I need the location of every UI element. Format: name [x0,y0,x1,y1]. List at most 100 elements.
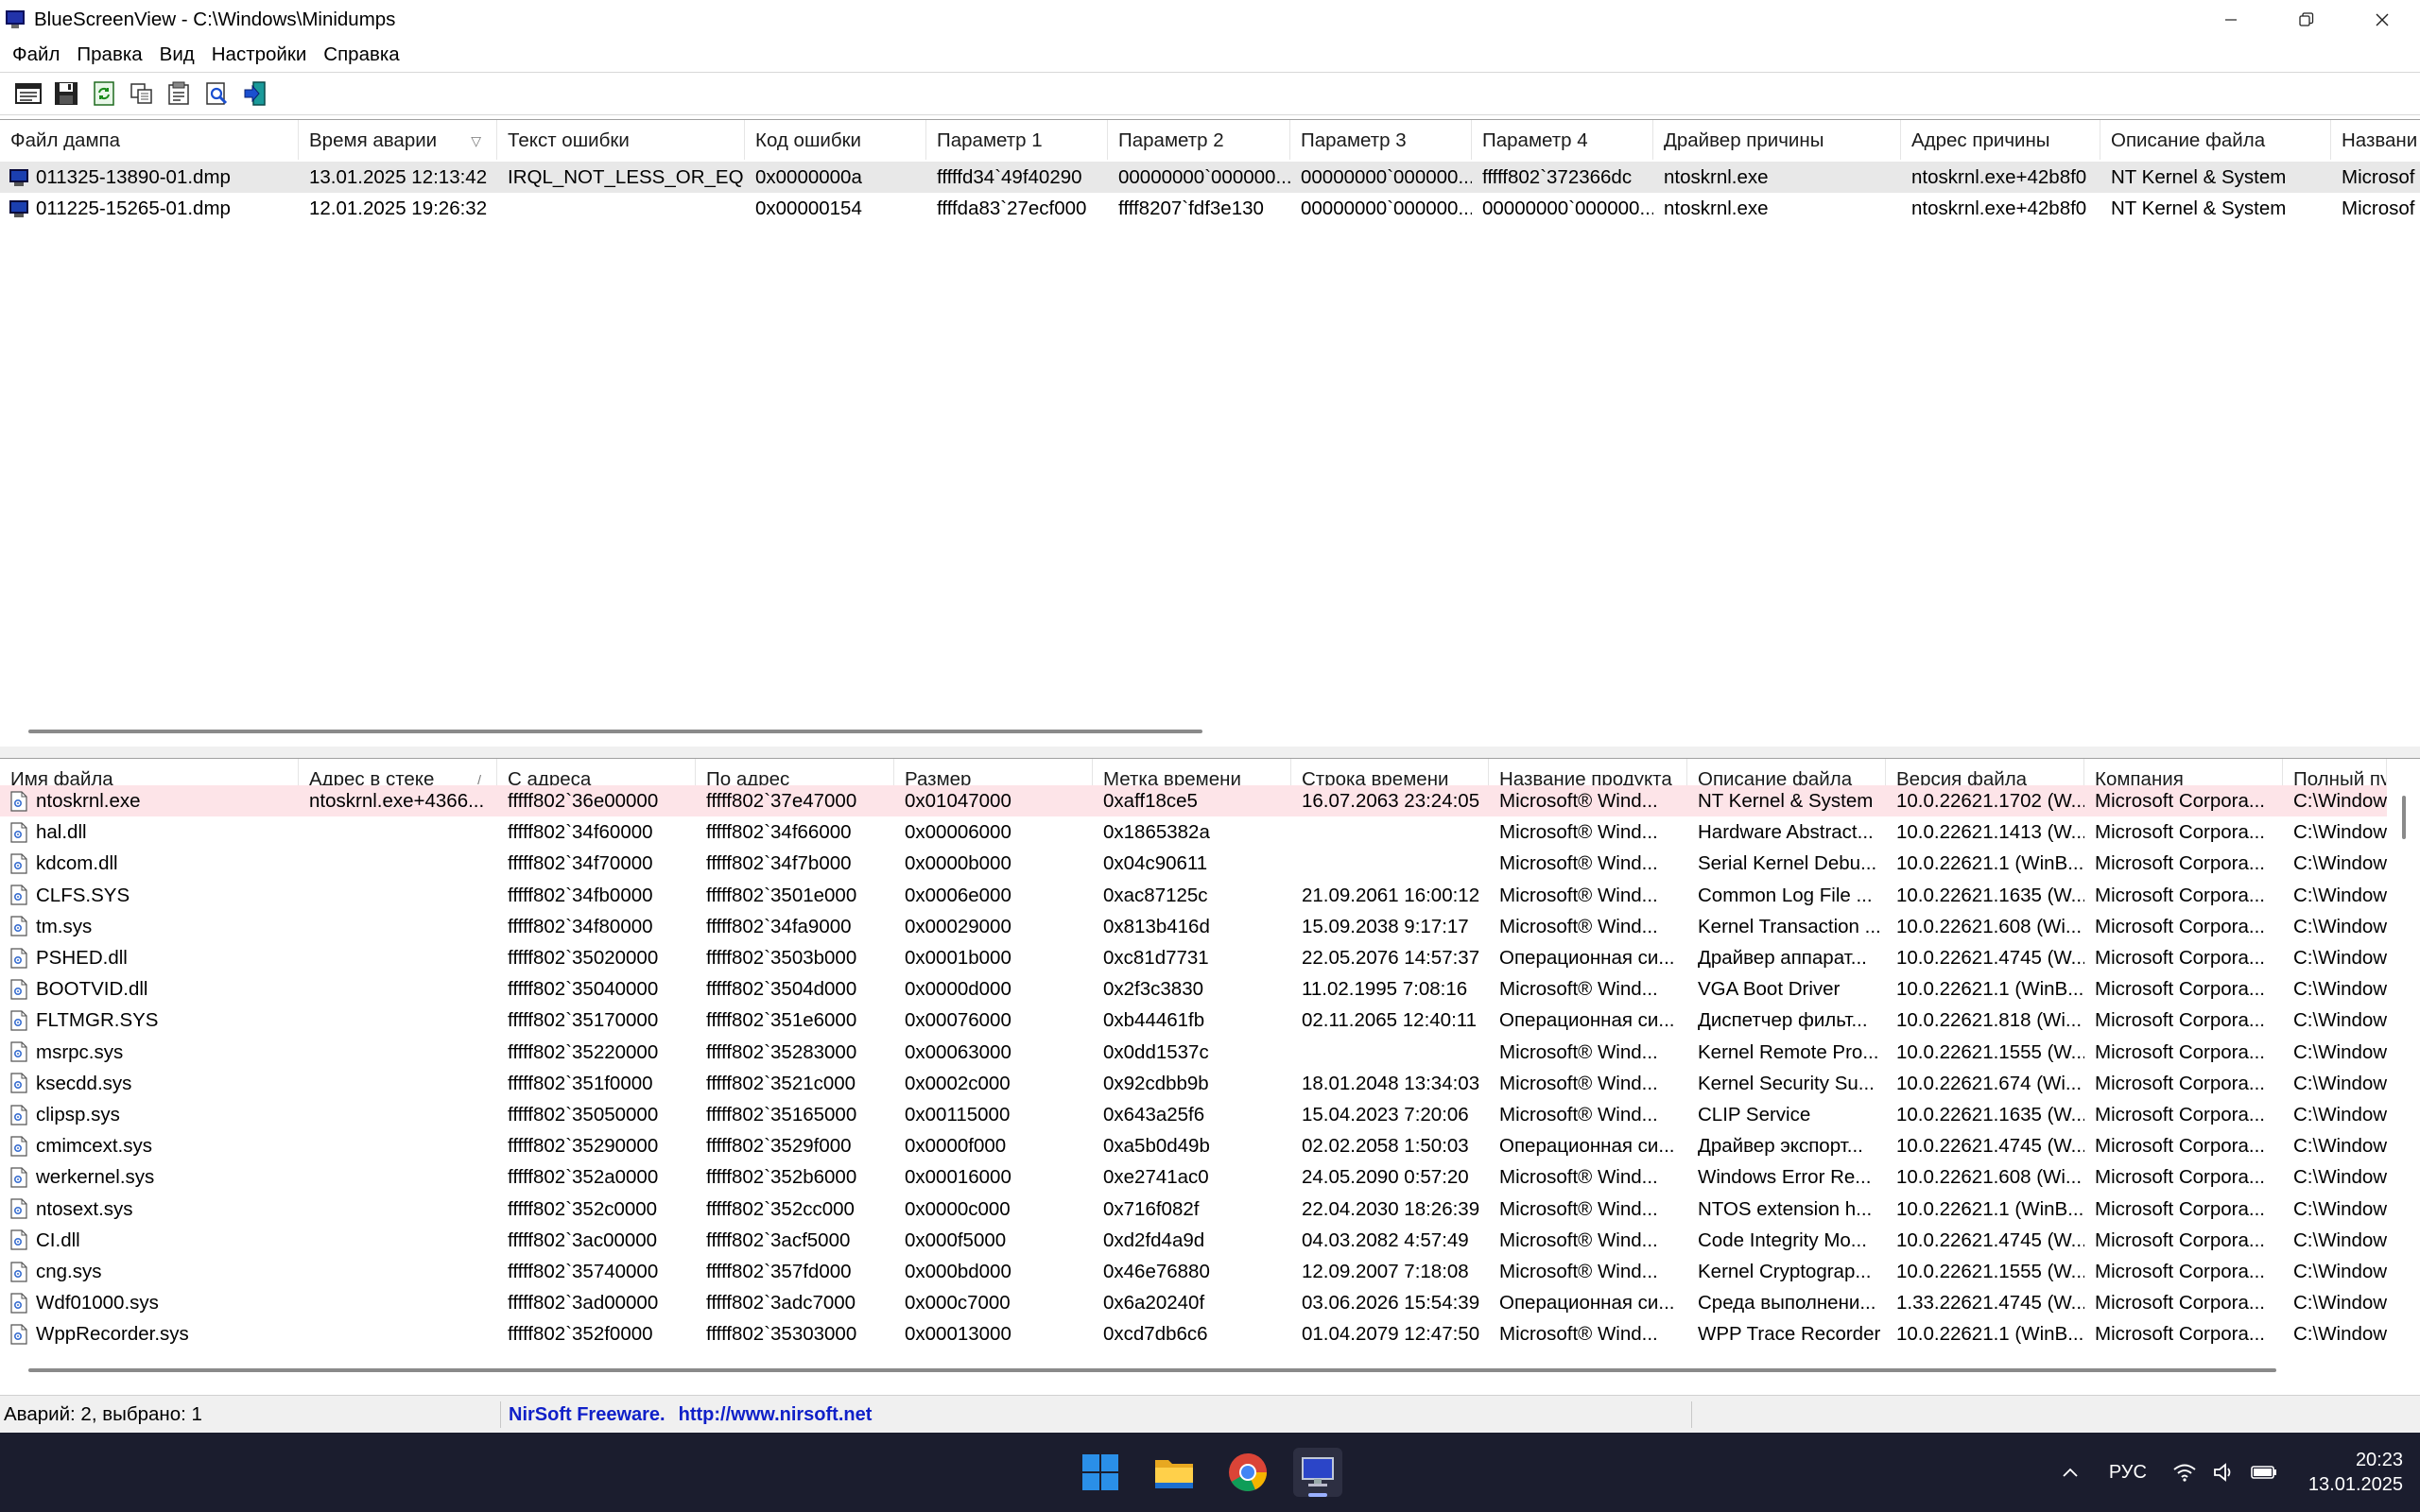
crash-list-column-header[interactable]: Параметр 1 [926,120,1108,160]
scrollbar-thumb[interactable] [28,1368,2276,1372]
crash-dump-list[interactable]: Файл дампа Время аварии ▽ Текст ошибки Код о… [0,119,2420,733]
list-cell: Microsoft Corpora... [2095,915,2265,937]
driver-row[interactable]: tm.sys fffff802`34f80000 fffff802`34fa9000… [0,911,2387,942]
list-cell: clipsp.sys [0,1099,299,1130]
driver-row[interactable]: hal.dll fffff802`34f60000 fffff802`34f6600… [0,816,2387,848]
crash-dump-row[interactable]: 011225-15265-01.dmp 12.01.2025 19:26:32 0x… [0,193,2420,224]
driver-list[interactable]: Имя файла Адрес в стеке / С адреса По адрес Р… [0,758,2420,1383]
clock[interactable]: 20:23 13.01.2025 [2308,1448,2403,1497]
crash-list-column-header[interactable]: Файл дампа [0,120,299,160]
driver-row[interactable]: BOOTVID.dll fffff802`35040000 fffff802`350… [0,973,2387,1005]
html-report-button[interactable] [164,78,195,109]
driver-list-horizontal-scrollbar[interactable] [0,1366,2420,1375]
properties-button[interactable] [13,78,43,109]
driver-row[interactable]: ntoskrnl.exe ntoskrnl.exe+4366... fffff802… [0,785,2387,816]
find-button[interactable] [202,78,233,109]
nirsoft-label[interactable]: NirSoft Freeware. [509,1404,666,1425]
driver-row[interactable]: cng.sys fffff802`35740000 fffff802`357fd00… [0,1256,2387,1287]
driver-row[interactable]: msrpc.sys fffff802`35220000 fffff802`35283… [0,1037,2387,1068]
crash-list-horizontal-scrollbar[interactable] [0,728,2420,737]
driver-row[interactable]: clipsp.sys fffff802`35050000 fffff802`3516… [0,1099,2387,1130]
save-button[interactable] [51,78,81,109]
menu-edit[interactable]: Правка [68,40,150,70]
menu-options[interactable]: Настройки [203,40,316,70]
menu-view[interactable]: Вид [151,40,203,70]
pane-splitter[interactable] [0,747,2420,758]
driver-row[interactable]: PSHED.dll fffff802`35020000 fffff802`3503b… [0,942,2387,973]
list-cell: 12.01.2025 19:26:32 [309,198,488,219]
crash-list-column-header[interactable]: Описание файла [2100,120,2331,160]
list-cell: 10.0.22621.1635 (W... [1896,1104,2084,1125]
driver-row[interactable]: Wdf01000.sys fffff802`3ad00000 fffff802`3a… [0,1287,2387,1318]
exit-button[interactable] [240,78,270,109]
driver-row[interactable]: ntosext.sys fffff802`352c0000 fffff802`352… [0,1194,2387,1225]
nirsoft-url[interactable]: http://www.nirsoft.net [679,1404,873,1425]
crash-list-column-header[interactable]: Адрес причины [1901,120,2100,160]
save-icon [55,82,78,105]
list-cell [299,848,497,879]
list-cell: Операционная си... [1499,947,1675,969]
list-cell: fffff802`3ad00000 [508,1292,659,1314]
language-indicator[interactable]: РУС [2091,1462,2165,1484]
driver-row[interactable]: cmimcext.sys fffff802`35290000 fffff802`35… [0,1130,2387,1161]
crash-list-column-header[interactable]: Параметр 2 [1108,120,1290,160]
close-button[interactable] [2344,0,2420,40]
chrome-button[interactable] [1223,1448,1272,1497]
minimize-icon [2225,19,2237,21]
list-cell: fffff802`34fb0000 [508,884,653,906]
crash-list-column-header[interactable]: Код ошибки [745,120,926,160]
driver-row[interactable]: FLTMGR.SYS fffff802`35170000 fffff802`351e… [0,1005,2387,1036]
driver-row[interactable]: kdcom.dll fffff802`34f70000 fffff802`34f7b… [0,848,2387,879]
list-cell: fffff802`3529f000 [706,1135,852,1158]
wifi-icon[interactable] [2165,1463,2204,1482]
minimize-button[interactable] [2193,0,2269,40]
driver-file-icon [10,790,27,812]
list-cell: fffff802`3504d000 [706,978,857,1001]
list-cell: 0x00016000 [905,1166,1011,1189]
crash-list-column-header[interactable]: Текст ошибки [497,120,745,160]
list-cell: Wdf01000.sys [0,1287,299,1318]
volume-icon[interactable] [2204,1462,2244,1483]
driver-row[interactable]: ksecdd.sys fffff802`351f0000 fffff802`3521… [0,1068,2387,1099]
list-cell: fffff802`351f0000 [508,1072,653,1094]
crash-list-column-header[interactable]: Названи [2331,120,2420,160]
list-cell: Драйвер аппарат... [1698,947,1867,969]
crash-list-column-header[interactable]: Время аварии ▽ [299,120,497,160]
driver-row[interactable]: werkernel.sys fffff802`352a0000 fffff802`3… [0,1161,2387,1193]
column-label: Адрес причины [1911,129,2050,151]
list-cell [299,1005,497,1036]
crash-dump-row[interactable]: 011325-13890-01.dmp 13.01.2025 12:13:42 IR… [0,162,2420,193]
menu-file[interactable]: Файл [4,40,68,70]
list-cell: 0xac87125c [1103,884,1208,906]
driver-row[interactable]: CI.dll fffff802`3ac00000 fffff802`3acf5000… [0,1225,2387,1256]
battery-icon[interactable] [2244,1465,2284,1480]
title-bar: BlueScreenView - C:\Windows\Minidumps [0,0,2420,40]
start-button[interactable] [1076,1448,1125,1497]
driver-row[interactable]: CLFS.SYS fffff802`34fb0000 fffff802`3501e0… [0,880,2387,911]
crash-list-column-header[interactable]: Параметр 3 [1290,120,1472,160]
refresh-button[interactable] [89,78,119,109]
list-cell: Microsoft Corpora... [2095,1104,2265,1125]
driver-row[interactable]: WppRecorder.sys fffff802`352f0000 fffff802… [0,1318,2387,1349]
show-hidden-icons-button[interactable] [2049,1467,2091,1478]
list-cell [299,816,497,848]
nirsoft-link[interactable]: NirSoft Freeware. http://www.nirsoft.net [501,1400,1692,1428]
menu-help[interactable]: Справка [315,40,407,70]
scrollbar-thumb[interactable] [28,730,1202,733]
file-explorer-button[interactable] [1150,1448,1199,1497]
column-label: Описание файла [2111,129,2266,151]
list-cell [497,193,745,224]
list-cell: Операционная си... [1499,1009,1675,1032]
list-cell: 0x0000c000 [905,1197,1011,1220]
file-name: BOOTVID.dll [36,978,148,1001]
scrollbar-thumb[interactable] [2402,796,2406,839]
bluescreenview-taskbar-button[interactable] [1293,1448,1342,1497]
copy-button[interactable] [127,78,157,109]
restore-button[interactable] [2269,0,2344,40]
driver-list-vertical-scrollbar[interactable] [2395,796,2409,1363]
list-cell: fffff802`35020000 [508,947,659,969]
crash-list-column-header[interactable]: Драйвер причины [1653,120,1901,160]
list-cell: 0x643a25f6 [1103,1104,1205,1125]
crash-list-column-header[interactable]: Параметр 4 [1472,120,1653,160]
list-cell: C:\Window [2293,1166,2387,1189]
